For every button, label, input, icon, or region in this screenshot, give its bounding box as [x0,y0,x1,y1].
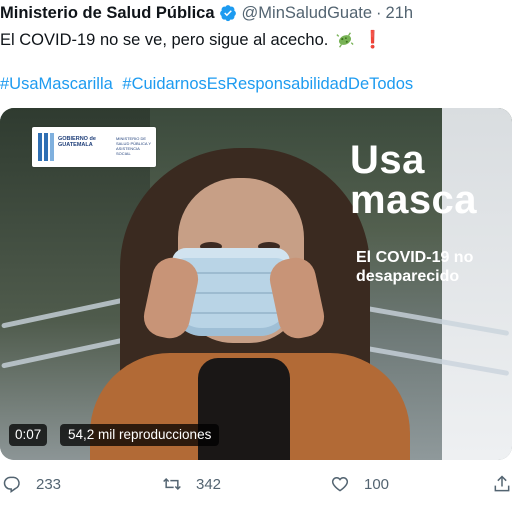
reply-count: 233 [36,475,62,493]
tweet-header: Ministerio de Salud Pública @MinSaludGua… [0,2,413,24]
heart-icon [331,476,349,492]
like-count: 100 [364,475,390,493]
author-handle[interactable]: @MinSaludGuate [242,4,373,23]
video-player[interactable]: GOBIERNO de GUATEMALA MINISTERIO DE SALU… [0,108,512,460]
like-button[interactable]: 100 [330,470,389,498]
microbe-icon [336,31,354,49]
video-timestamp: 0:07 [9,424,48,446]
video-overlay-subtitle: El COVID-19 no desaparecido [356,248,473,286]
reply-icon [3,476,20,493]
verified-badge-icon [219,4,237,22]
logo-bars-icon [38,133,54,161]
tweet-time[interactable]: 21h [386,4,414,23]
share-icon [494,475,510,492]
logo-subtext: MINISTERIO DE SALUD PÚBLICA Y ASISTENCIA… [116,136,151,156]
video-overlay-subtitle-line: desaparecido [356,268,460,285]
retweet-icon [163,477,181,491]
retweet-button[interactable]: 342 [162,470,221,498]
tweet-actions: 233 342 100 [0,470,512,498]
tweet-text: El COVID-19 no se ve, pero sigue al acec… [0,30,329,49]
mask-pleat [182,292,280,294]
mask-pleat [182,312,280,314]
hashtag-link[interactable]: #UsaMascarilla [0,75,113,93]
video-views: 54,2 mil reproducciones [60,424,220,446]
video-overlay-subtitle-line: El COVID-19 no [356,249,474,266]
retweet-count: 342 [196,475,222,493]
hashtag-link[interactable]: #CuidarnosEsResponsabilidadDeTodos [122,75,413,93]
logo-text: GOBIERNO de GUATEMALA [58,136,96,148]
video-overlay-title: Usa [350,138,425,182]
government-logo: GOBIERNO de GUATEMALA MINISTERIO DE SALU… [32,127,156,167]
share-button[interactable] [492,470,512,498]
reply-button[interactable]: 233 [2,470,61,498]
exclamation-icon: ❗ [362,30,384,49]
tweet-text-line: El COVID-19 no se ve, pero sigue al acec… [0,30,384,50]
separator-dot: · [376,3,382,22]
video-overlay-title: masca [350,178,478,222]
author-name[interactable]: Ministerio de Salud Pública [0,4,215,23]
hashtags: #UsaMascarilla #CuidarnosEsResponsabilid… [0,75,418,94]
